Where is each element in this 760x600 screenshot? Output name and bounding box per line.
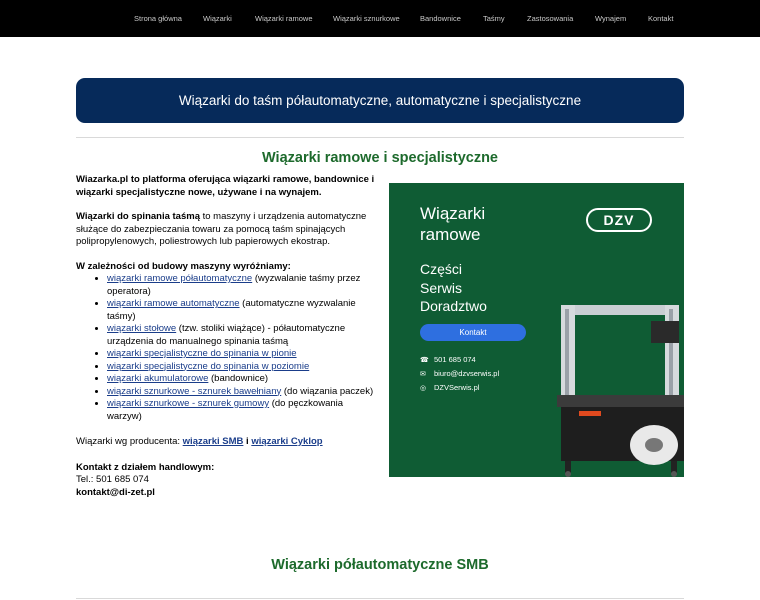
definition-paragraph: Wiązarki do spinania taśmą to maszyny i … [76,211,376,249]
header-banner: Wiązarki do taśm półautomatyczne, automa… [76,78,684,123]
section-title-smb: Wiązarki półautomatyczne SMB [271,557,489,573]
section-title-ramowe: Wiązarki ramowe i specjalistyczne [261,150,498,166]
link-wiazarki-smb[interactable]: wiązarki SMB [183,436,244,447]
nav-zastosowania[interactable]: Zastosowania [527,14,573,23]
link-ramowe-polautomatyczne[interactable]: wiązarki ramowe półautomatyczne [107,273,252,284]
dzv-logo: DZV [586,208,652,232]
link-stolowe[interactable]: wiązarki stołowe [107,323,176,334]
link-ramowe-automatyczne[interactable]: wiązarki ramowe automatyczne [107,298,240,309]
dzv-advertisement[interactable]: Wiązarki ramowe DZV Części Serwis Doradz… [389,183,684,477]
link-specjalistyczne-pion[interactable]: wiązarki specjalistyczne do spinania w p… [107,348,297,359]
producer-label: Wiązarki wg producenta: [76,436,183,447]
types-list: wiązarki ramowe półautomatyczne (wyzwala… [76,273,376,423]
list-item-desc: (do wiązania paczek) [281,385,374,397]
divider [76,598,684,599]
nav-strona-glowna[interactable]: Strona główna [134,14,182,23]
link-akumulatorowe[interactable]: wiązarki akumulatorowe [107,373,208,384]
intro-text: Wiazarka.pl to platforma oferująca wiąza… [76,174,375,198]
ad-phone-text: 501 685 074 [434,355,476,364]
definition-term: Wiązarki do spinania taśmą [76,211,200,222]
types-heading: W zależności od budowy maszyny wyróżniam… [76,260,291,272]
ad-email: ✉ biuro@dzvserwis.pl [420,369,499,378]
ad-email-text: biuro@dzvserwis.pl [434,369,500,378]
ad-headline-line: ramowe [420,225,481,244]
ad-sub-line: Części [420,261,463,277]
list-item: wiązarki akumulatorowe (bandownice) [107,373,376,386]
contact-phone: Tel.: 501 685 074 [76,474,149,485]
nav-tasmy[interactable]: Taśmy [483,14,505,23]
link-sznurkowe-bawelniany[interactable]: wiązarki sznurkowe - sznurek bawełniany [107,386,281,397]
nav-wiazarki-sznurkowe[interactable]: Wiązarki sznurkowe [333,14,400,23]
ad-contact-button[interactable]: Kontakt [420,324,526,341]
strapping-machine-illustration [557,305,684,477]
link-specjalistyczne-poziom[interactable]: wiązarki specjalistyczne do spinania w p… [107,361,309,372]
mail-icon: ✉ [420,371,426,378]
list-item: wiązarki ramowe automatyczne (automatycz… [107,298,376,323]
ad-headline-line: Wiązarki [420,204,486,223]
ad-subheadline: Części Serwis Doradztwo [420,260,487,316]
list-item: wiązarki sznurkowe - sznurek bawełniany … [107,386,376,399]
nav-kontakt[interactable]: Kontakt [648,14,673,23]
producer-line: Wiązarki wg producenta: wiązarki SMB i w… [76,436,376,449]
nav-bandownice[interactable]: Bandownice [420,14,461,23]
nav-wiazarki-ramowe[interactable]: Wiązarki ramowe [255,14,313,23]
list-item: wiązarki sznurkowe - sznurek gumowy (do … [107,398,376,423]
nav-wynajem[interactable]: Wynajem [595,14,626,23]
contact-email[interactable]: kontakt@di-zet.pl [76,487,376,500]
list-item: wiązarki stołowe (tzw. stoliki wiążące) … [107,323,376,348]
contact-heading: Kontakt z działem handlowym: [76,461,215,473]
ad-phone: ☎ 501 685 074 [420,355,476,364]
phone-icon: ☎ [420,357,429,364]
banner-title: Wiązarki do taśm półautomatyczne, automa… [178,93,582,108]
ad-social: ◎ DZVSerwis.pl [420,383,479,392]
divider [76,137,684,138]
ad-social-text: DZVSerwis.pl [434,383,480,392]
nav-wiazarki[interactable]: Wiązarki [203,14,232,23]
social-icon: ◎ [420,385,427,392]
ad-sub-line: Doradztwo [420,298,487,314]
content-column: Wiazarka.pl to platforma oferująca wiąza… [76,174,376,499]
top-navigation: Strona główna Wiązarki Wiązarki ramowe W… [0,0,760,37]
ad-sub-line: Serwis [420,279,463,296]
list-item: wiązarki specjalistyczne do spinania w p… [107,348,376,361]
ad-headline: Wiązarki ramowe [420,203,485,245]
link-wiazarki-cyklop[interactable]: wiązarki Cyklop [251,436,322,447]
list-item: wiązarki specjalistyczne do spinania w p… [107,361,376,374]
list-item-desc: (bandownice) [208,373,269,384]
link-sznurkowe-gumowy[interactable]: wiązarki sznurkowe - sznurek gumowy [107,398,269,409]
list-item: wiązarki ramowe półautomatyczne (wyzwala… [107,273,376,298]
